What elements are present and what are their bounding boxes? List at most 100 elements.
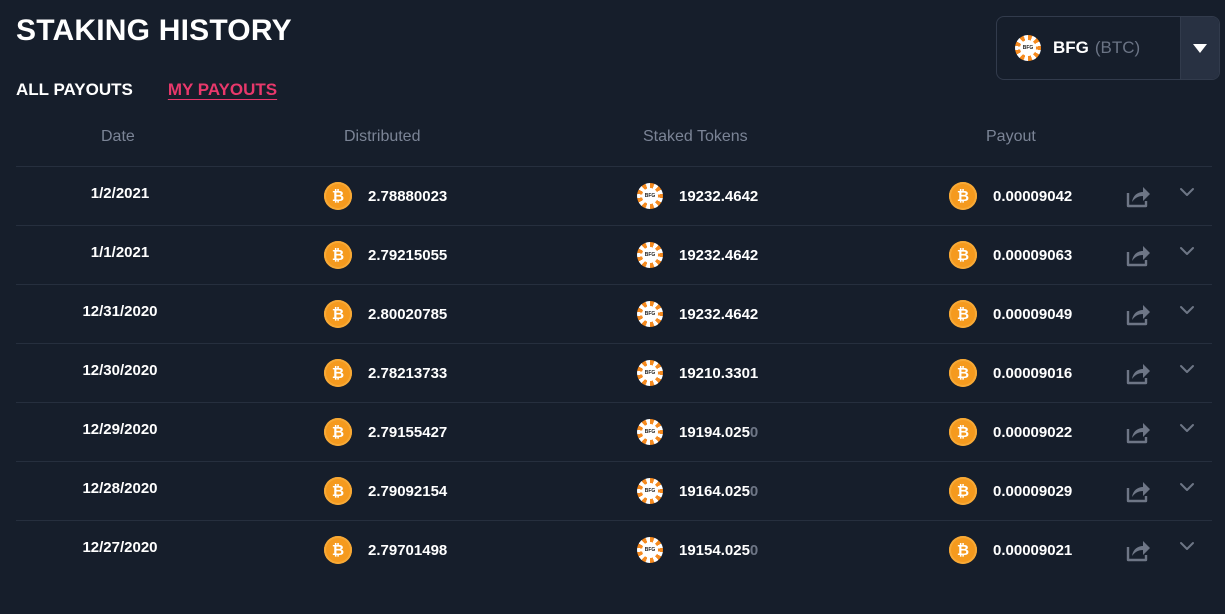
staked-value-faded: 0 (749, 423, 759, 441)
staked-value-main: 19232.4642 (679, 187, 759, 205)
staked-value-main: 19232.4642 (679, 246, 759, 264)
expand-row-button[interactable] (1178, 163, 1196, 221)
share-icon[interactable] (1124, 300, 1152, 328)
bitcoin-icon: ₿ (949, 418, 977, 446)
share-button[interactable] (1124, 521, 1152, 579)
share-button[interactable] (1124, 462, 1152, 520)
token-pair: (BTC) (1094, 38, 1141, 57)
table-row[interactable]: 12/27/2020 ₿ 2.79701498 BFG 19154.0250 ₿ 0.000… (16, 520, 1212, 579)
table-row[interactable]: 12/31/2020 ₿ 2.80020785 BFG 19232.4642 ₿ 0.000… (16, 284, 1212, 343)
row-payout: ₿ 0.00009021 (949, 521, 1072, 579)
date-value: 12/29/2020 (82, 420, 158, 438)
row-distributed: ₿ 2.79155427 (324, 403, 447, 461)
row-date: 12/31/2020 (16, 282, 224, 340)
share-icon[interactable] (1124, 241, 1152, 269)
bitcoin-icon: ₿ (949, 241, 977, 269)
share-button[interactable] (1124, 344, 1152, 402)
row-staked: BFG 19232.4642 (637, 285, 758, 343)
staked-value-faded: 0 (749, 541, 759, 559)
row-distributed: ₿ 2.79215055 (324, 226, 447, 284)
share-button[interactable] (1124, 167, 1152, 225)
bitcoin-icon: ₿ (324, 241, 352, 269)
row-date: 12/30/2020 (16, 341, 224, 399)
distributed-value: 2.79155427 (368, 423, 448, 441)
bitcoin-icon: ₿ (324, 536, 352, 564)
bitcoin-icon: ₿ (949, 182, 977, 210)
row-date: 12/27/2020 (16, 518, 224, 576)
chevron-down-icon[interactable] (1178, 183, 1196, 201)
bitcoin-icon: ₿ (949, 359, 977, 387)
expand-row-button[interactable] (1178, 399, 1196, 457)
page-title: STAKING HISTORY (16, 14, 292, 47)
expand-row-button[interactable] (1178, 340, 1196, 398)
distributed-value: 2.78213733 (368, 364, 448, 382)
share-icon[interactable] (1124, 477, 1152, 505)
staked-value: 19194.0250 (679, 424, 758, 441)
date-value: 12/31/2020 (82, 302, 158, 320)
bitcoin-icon: ₿ (324, 300, 352, 328)
share-icon[interactable] (1124, 536, 1152, 564)
column-header-payout: Payout (986, 128, 1036, 145)
expand-row-button[interactable] (1178, 281, 1196, 339)
bfg-coin-icon: BFG (637, 360, 663, 386)
date-value: 12/28/2020 (82, 479, 158, 497)
row-payout: ₿ 0.00009022 (949, 403, 1072, 461)
bfg-coin-icon: BFG (637, 478, 663, 504)
bitcoin-icon: ₿ (324, 359, 352, 387)
selector-dropdown-button[interactable] (1180, 17, 1219, 79)
share-button[interactable] (1124, 226, 1152, 284)
row-distributed: ₿ 2.78880023 (324, 167, 447, 225)
payout-value: 0.00009042 (993, 187, 1073, 205)
chevron-down-icon[interactable] (1178, 478, 1196, 496)
staked-value-main: 19194.025 (679, 423, 750, 441)
staked-value: 19154.0250 (679, 542, 758, 559)
token-symbol: BFG (1053, 38, 1089, 57)
row-payout: ₿ 0.00009049 (949, 285, 1072, 343)
chevron-down-icon[interactable] (1178, 537, 1196, 555)
table-header: Date Distributed Staked Tokens Payout (16, 126, 1212, 150)
payout-value: 0.00009021 (993, 541, 1073, 559)
bitcoin-icon: ₿ (949, 536, 977, 564)
table-row[interactable]: 12/29/2020 ₿ 2.79155427 BFG 19194.0250 ₿ 0.000… (16, 402, 1212, 461)
row-payout: ₿ 0.00009042 (949, 167, 1072, 225)
expand-row-button[interactable] (1178, 222, 1196, 280)
payout-table-body: 1/2/2021 ₿ 2.78880023 BFG 19232.4642 ₿ 0.00009… (16, 166, 1212, 579)
share-icon[interactable] (1124, 182, 1152, 210)
share-icon[interactable] (1124, 418, 1152, 446)
share-button[interactable] (1124, 403, 1152, 461)
distributed-value: 2.79701498 (368, 541, 448, 559)
row-payout: ₿ 0.00009063 (949, 226, 1072, 284)
tab-all-payouts[interactable]: ALL PAYOUTS (16, 80, 133, 100)
row-date: 12/29/2020 (16, 400, 224, 458)
payout-value: 0.00009029 (993, 482, 1073, 500)
row-distributed: ₿ 2.79092154 (324, 462, 447, 520)
bitcoin-icon: ₿ (324, 182, 352, 210)
row-staked: BFG 19232.4642 (637, 226, 758, 284)
staked-value-main: 19210.3301 (679, 364, 759, 382)
chevron-down-icon[interactable] (1178, 301, 1196, 319)
expand-row-button[interactable] (1178, 458, 1196, 516)
tab-my-payouts[interactable]: MY PAYOUTS (168, 80, 277, 100)
row-staked: BFG 19232.4642 (637, 167, 758, 225)
share-button[interactable] (1124, 285, 1152, 343)
table-row[interactable]: 1/2/2021 ₿ 2.78880023 BFG 19232.4642 ₿ 0.00009… (16, 166, 1212, 225)
bfg-coin-icon: BFG (637, 419, 663, 445)
table-row[interactable]: 1/1/2021 ₿ 2.79215055 BFG 19232.4642 ₿ 0.00009… (16, 225, 1212, 284)
distributed-value: 2.78880023 (368, 187, 448, 205)
table-row[interactable]: 12/28/2020 ₿ 2.79092154 BFG 19164.0250 ₿ 0.000… (16, 461, 1212, 520)
table-row[interactable]: 12/30/2020 ₿ 2.78213733 BFG 19210.3301 ₿ 0.000… (16, 343, 1212, 402)
payout-value: 0.00009063 (993, 246, 1073, 264)
chevron-down-icon[interactable] (1178, 419, 1196, 437)
share-icon[interactable] (1124, 359, 1152, 387)
bfg-coin-icon: BFG (637, 537, 663, 563)
date-value: 1/1/2021 (90, 243, 150, 261)
token-selector[interactable]: BFG BFG (BTC) (996, 16, 1220, 80)
payout-value: 0.00009016 (993, 364, 1073, 382)
bitcoin-icon: ₿ (324, 477, 352, 505)
staked-value: 19164.0250 (679, 483, 758, 500)
bitcoin-icon: ₿ (949, 477, 977, 505)
row-date: 12/28/2020 (16, 459, 224, 517)
chevron-down-icon[interactable] (1178, 360, 1196, 378)
chevron-down-icon[interactable] (1178, 242, 1196, 260)
expand-row-button[interactable] (1178, 517, 1196, 575)
